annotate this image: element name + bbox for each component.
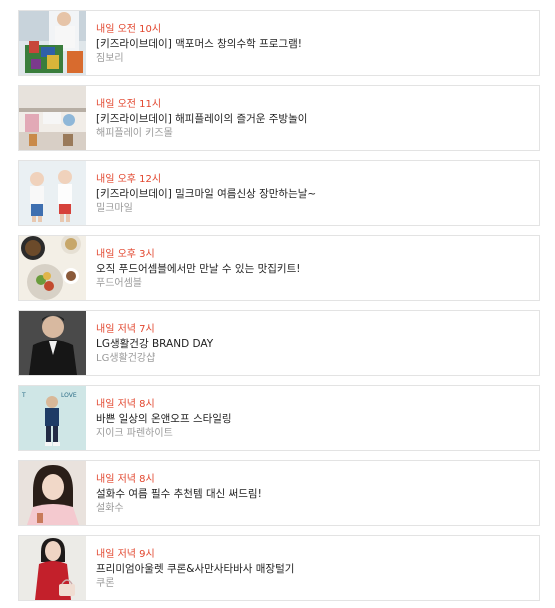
broadcast-time: 내일 저녁 8시	[96, 474, 155, 485]
thumbnail-image	[19, 311, 86, 375]
brand-name[interactable]: LG생활건강샵	[96, 352, 531, 365]
broadcast-title[interactable]: 오직 푸드어셈블에서만 만날 수 있는 맛집키트!	[96, 262, 531, 276]
list-item[interactable]: 내일 오후 12시 [키즈라이브데이] 밀크마일 여름신상 장만하는날~ 밀크마…	[18, 160, 540, 226]
broadcast-time: 내일 오후 3시	[96, 249, 155, 260]
brand-name[interactable]: 쿠론	[96, 577, 531, 590]
broadcast-time: 내일 저녁 9시	[96, 549, 155, 560]
thumbnail-image	[19, 11, 86, 75]
broadcast-time: 내일 저녁 7시	[96, 324, 155, 335]
list-item[interactable]: 내일 저녁 9시 프리미엄아울렛 쿠론&사만사타바사 매장털기 쿠론	[18, 535, 540, 601]
list-item[interactable]: 내일 오전 10시 [키즈라이브데이] 맥포머스 창의수학 프로그램! 짐보리	[18, 10, 540, 76]
broadcast-title[interactable]: LG생활건강 BRAND DAY	[96, 337, 531, 351]
broadcast-title[interactable]: 바쁜 일상의 온앤오프 스타일링	[96, 412, 531, 426]
thumbnail-image: T LOVE	[19, 386, 86, 450]
list-item[interactable]: 내일 저녁 7시 LG생활건강 BRAND DAY LG생활건강샵	[18, 310, 540, 376]
broadcast-time: 내일 오전 11시	[96, 99, 162, 110]
broadcast-time: 내일 오후 12시	[96, 174, 162, 185]
list-item[interactable]: 내일 저녁 8시 설화수 여름 필수 추천템 대신 써드림! 설화수	[18, 460, 540, 526]
brand-name[interactable]: 설화수	[96, 502, 531, 515]
broadcast-title[interactable]: [키즈라이브데이] 맥포머스 창의수학 프로그램!	[96, 37, 531, 51]
live-schedule-list: 내일 오전 10시 [키즈라이브데이] 맥포머스 창의수학 프로그램! 짐보리 …	[0, 0, 555, 608]
list-item[interactable]: 내일 오후 3시 오직 푸드어셈블에서만 만날 수 있는 맛집키트! 푸드어셈블	[18, 235, 540, 301]
thumbnail-image	[19, 461, 86, 525]
broadcast-time: 내일 저녁 8시	[96, 399, 155, 410]
broadcast-title[interactable]: [키즈라이브데이] 해피플레이의 즐거운 주방놀이	[96, 112, 531, 126]
thumbnail-image	[19, 161, 86, 225]
list-item[interactable]: T LOVE 내일 저녁 8시 바쁜 일상의 온앤오프 스타일링 지이크 파렌하…	[18, 385, 540, 451]
broadcast-time: 내일 오전 10시	[96, 24, 162, 35]
thumbnail-love-text: LOVE	[61, 392, 77, 399]
thumbnail-letter-t: T	[21, 392, 26, 399]
list-item[interactable]: 내일 오전 11시 [키즈라이브데이] 해피플레이의 즐거운 주방놀이 해피플레…	[18, 85, 540, 151]
thumbnail-image	[19, 536, 86, 600]
brand-name[interactable]: 지이크 파렌하이트	[96, 427, 531, 440]
brand-name[interactable]: 해피플레이 키즈몰	[96, 127, 531, 140]
broadcast-title[interactable]: 설화수 여름 필수 추천템 대신 써드림!	[96, 487, 531, 501]
brand-name[interactable]: 짐보리	[96, 52, 531, 65]
thumbnail-image	[19, 236, 86, 300]
broadcast-title[interactable]: 프리미엄아울렛 쿠론&사만사타바사 매장털기	[96, 562, 531, 576]
brand-name[interactable]: 푸드어셈블	[96, 277, 531, 290]
broadcast-title[interactable]: [키즈라이브데이] 밀크마일 여름신상 장만하는날~	[96, 187, 531, 201]
brand-name[interactable]: 밀크마일	[96, 202, 531, 215]
thumbnail-image	[19, 86, 86, 150]
